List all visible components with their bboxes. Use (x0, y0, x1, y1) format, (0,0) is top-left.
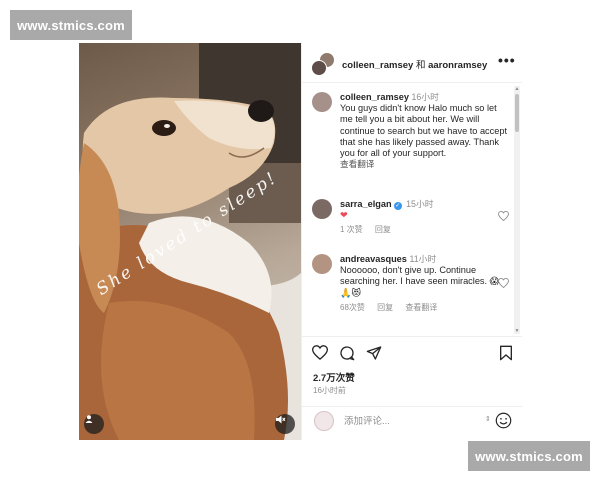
post-photo[interactable]: She loved to sleep! (79, 43, 301, 440)
emoji-icon[interactable] (495, 412, 512, 429)
author-link-1[interactable]: colleen_ramsey (342, 60, 413, 71)
mute-icon (276, 415, 286, 424)
resize-handle-icon[interactable]: ⇕ (485, 415, 491, 423)
heart-icon[interactable] (312, 345, 328, 360)
translate-link[interactable]: 查看翻译 (340, 159, 374, 169)
comments-list: colleen_ramsey 16小时 You guys didn't know… (302, 84, 522, 336)
heart-icon[interactable] (498, 278, 509, 288)
reply-button[interactable]: 回复 (375, 225, 391, 234)
translate-link[interactable]: 查看翻译 (405, 303, 437, 312)
comment-username[interactable]: colleen_ramsey (340, 92, 409, 102)
scroll-up-arrow-icon[interactable]: ▲ (514, 86, 520, 92)
list-item: sarra_elgan ✓ 15小时 ❤ 1 次赞 回复 (312, 199, 509, 239)
comment-text: You guys didn't know Halo much so let me… (340, 103, 508, 159)
avatar (314, 411, 334, 431)
more-icon[interactable]: ••• (498, 53, 516, 67)
comment-body: andreavasques 11小时 Noooooo, don't give u… (340, 254, 508, 313)
comment-meta: 1 次赞 回复 (340, 224, 508, 235)
reply-button[interactable]: 回复 (377, 303, 393, 312)
comment-input[interactable] (344, 414, 474, 428)
avatar[interactable] (312, 199, 332, 219)
comment-body: sarra_elgan ✓ 15小时 ❤ 1 次赞 回复 (340, 199, 508, 236)
comment-text: Noooooo, don't give up. Continue searchi… (340, 265, 500, 298)
add-comment-bar: ⇕ (302, 406, 522, 440)
author-joiner: 和 (415, 60, 426, 71)
post-timestamp: 16小时前 (313, 386, 346, 395)
comment-likes[interactable]: 1 次赞 (340, 225, 363, 234)
instagram-post: She loved to sleep! colleen_ramsey 和 aar… (79, 43, 522, 440)
avatar[interactable] (312, 92, 332, 112)
comment-icon[interactable] (339, 345, 355, 361)
comments-scrollbar[interactable]: ▲ ▼ (514, 86, 520, 334)
heart-icon[interactable] (498, 211, 509, 221)
post-authors: colleen_ramsey 和 aaronramsey (342, 57, 487, 71)
list-item: colleen_ramsey 16小时 You guys didn't know… (312, 92, 508, 192)
author-link-2[interactable]: aaronramsey (428, 60, 487, 71)
verified-badge-icon: ✓ (393, 202, 402, 210)
list-item: andreavasques 11小时 Noooooo, don't give u… (312, 254, 509, 324)
comment-username[interactable]: sarra_elgan (340, 199, 392, 209)
bookmark-icon[interactable] (499, 345, 513, 361)
comment-text: ❤ (340, 210, 348, 221)
post-actions: 2.7万次赞 16小时前 (302, 336, 522, 406)
avatar (311, 60, 327, 76)
comment-time: 15小时 (406, 199, 434, 209)
header-avatars[interactable] (311, 52, 335, 76)
scroll-thumb[interactable] (515, 94, 519, 132)
likes-count[interactable]: 2.7万次赞 (313, 370, 355, 384)
share-icon[interactable] (366, 345, 382, 361)
post-header: colleen_ramsey 和 aaronramsey ••• (302, 43, 522, 83)
post-sidebar: colleen_ramsey 和 aaronramsey ••• colleen… (301, 43, 522, 440)
avatar[interactable] (312, 254, 332, 274)
watermark-bottom: www.stmics.com (468, 441, 590, 471)
comment-time: 11小时 (409, 254, 437, 264)
comment-username[interactable]: andreavasques (340, 254, 407, 264)
comment-body: colleen_ramsey 16小时 You guys didn't know… (340, 92, 508, 170)
mute-button[interactable] (275, 414, 295, 434)
user-tag-button[interactable] (84, 414, 104, 434)
scroll-down-arrow-icon[interactable]: ▼ (514, 328, 520, 334)
comment-meta: 68次赞 回复 查看翻译 (340, 302, 508, 313)
comment-time: 16小时 (411, 92, 439, 102)
watermark-top: www.stmics.com (10, 10, 132, 40)
comment-likes[interactable]: 68次赞 (340, 303, 365, 312)
user-tag-icon (85, 415, 93, 423)
